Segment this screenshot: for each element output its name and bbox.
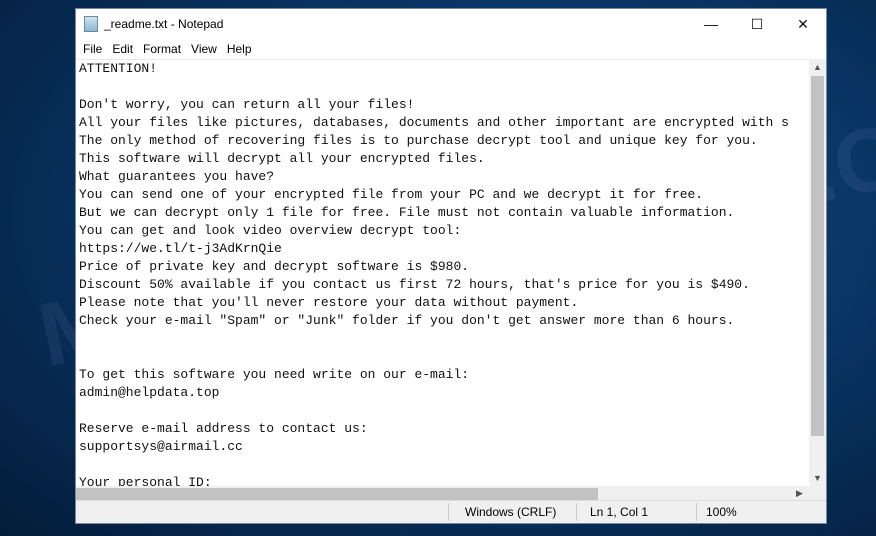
title-bar: _readme.txt - Notepad — ☐ ✕ <box>76 9 826 39</box>
window-title: _readme.txt - Notepad <box>104 17 224 31</box>
text-editor[interactable]: ATTENTION! Don't worry, you can return a… <box>76 59 810 487</box>
menu-view[interactable]: View <box>186 42 222 56</box>
status-divider <box>448 503 449 521</box>
menu-edit[interactable]: Edit <box>107 42 138 56</box>
close-button[interactable]: ✕ <box>780 9 826 39</box>
status-divider <box>696 503 697 521</box>
maximize-button[interactable]: ☐ <box>734 9 780 39</box>
status-bar: Windows (CRLF) Ln 1, Col 1 100% <box>76 500 826 523</box>
menu-help[interactable]: Help <box>222 42 257 56</box>
menu-file[interactable]: File <box>78 42 107 56</box>
horizontal-scroll-thumb[interactable] <box>76 488 598 500</box>
menu-bar: File Edit Format View Help <box>76 39 826 59</box>
scroll-right-icon[interactable]: ▶ <box>791 488 808 499</box>
status-position: Ln 1, Col 1 <box>590 505 649 519</box>
notepad-window: _readme.txt - Notepad — ☐ ✕ File Edit Fo… <box>75 8 827 524</box>
menu-format[interactable]: Format <box>138 42 186 56</box>
vertical-scrollbar[interactable]: ▲ ▼ <box>809 59 826 486</box>
status-zoom: 100% <box>706 505 737 519</box>
notepad-icon <box>84 16 98 32</box>
scroll-down-icon[interactable]: ▼ <box>809 473 826 483</box>
document-text[interactable]: ATTENTION! Don't worry, you can return a… <box>76 60 810 487</box>
vertical-scroll-thumb[interactable] <box>811 76 824 436</box>
status-divider <box>576 503 577 521</box>
scroll-up-icon[interactable]: ▲ <box>809 62 826 72</box>
minimize-button[interactable]: — <box>688 9 734 39</box>
status-line-ending: Windows (CRLF) <box>465 505 557 519</box>
